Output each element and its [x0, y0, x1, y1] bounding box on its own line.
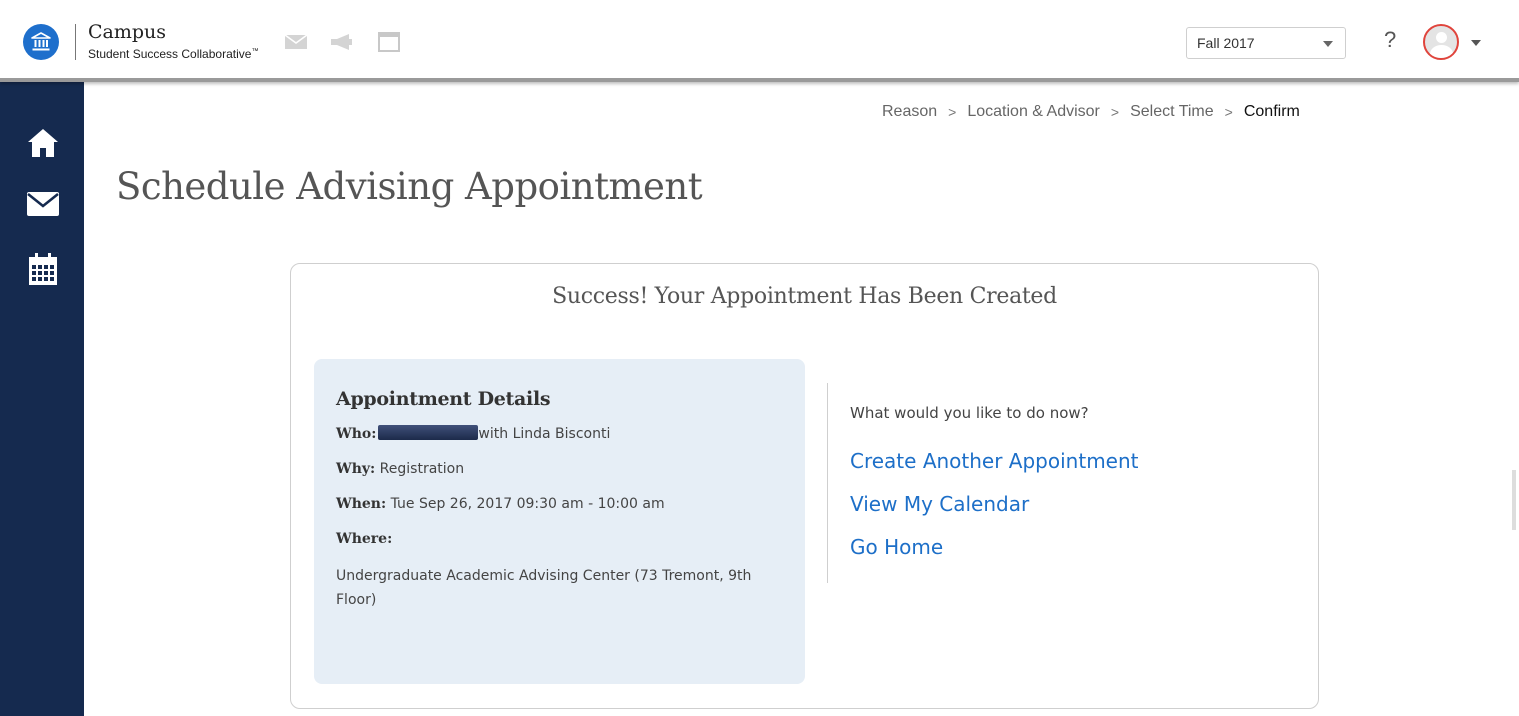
megaphone-icon[interactable] [329, 32, 353, 52]
success-card: Success! Your Appointment Has Been Creat… [290, 263, 1319, 709]
home-icon[interactable] [24, 124, 62, 162]
detail-when: When: Tue Sep 26, 2017 09:30 am - 10:00 … [336, 494, 783, 514]
chevron-down-icon[interactable] [1471, 40, 1481, 46]
brand-title: Campus [88, 21, 167, 43]
brand-subtitle-text: Student Success Collaborative [88, 47, 252, 61]
next-actions-prompt: What would you like to do now? [850, 404, 1089, 422]
term-select[interactable]: Fall 2017 [1186, 27, 1346, 59]
window-icon[interactable] [378, 32, 400, 52]
trademark-mark: ™ [251, 48, 259, 55]
success-title: Success! Your Appointment Has Been Creat… [552, 284, 1057, 309]
appointment-details-heading: Appointment Details [336, 388, 551, 410]
avatar-head [1436, 32, 1447, 43]
breadcrumb-step-location-advisor[interactable]: Location & Advisor [967, 103, 1100, 121]
page-title: Schedule Advising Appointment [116, 165, 703, 208]
where-label: Where: [336, 531, 393, 547]
breadcrumb-separator: > [948, 104, 957, 120]
why-label: Why: [336, 461, 376, 477]
breadcrumb-separator: > [1110, 104, 1120, 120]
top-header: Campus Student Success Collaborative™ Fa… [0, 0, 1519, 82]
who-label: Who: [336, 426, 377, 442]
breadcrumb-separator: > [1224, 104, 1233, 120]
term-select-value: Fall 2017 [1197, 35, 1255, 51]
detail-where: Where: [336, 529, 783, 549]
when-label: When: [336, 496, 387, 512]
create-another-appointment-link[interactable]: Create Another Appointment [850, 446, 1139, 476]
breadcrumb-step-reason[interactable]: Reason [882, 103, 937, 121]
avatar-body [1430, 45, 1453, 58]
envelope-icon[interactable] [24, 185, 62, 223]
where-value: Undergraduate Academic Advising Center (… [336, 568, 752, 608]
next-actions: What would you like to do now? Create An… [850, 404, 1139, 575]
help-icon[interactable]: ? [1384, 27, 1396, 53]
appointment-details-panel: Appointment Details Who: with Linda Bisco… [314, 359, 805, 684]
sidebar-nav [0, 82, 84, 716]
go-home-link[interactable]: Go Home [850, 532, 1139, 562]
when-value: Tue Sep 26, 2017 09:30 am - 10:00 am [390, 496, 665, 512]
scrollbar[interactable] [1512, 470, 1516, 530]
detail-why: Why: Registration [336, 459, 783, 479]
mail-icon[interactable] [284, 32, 308, 52]
avatar[interactable] [1423, 24, 1459, 60]
why-value: Registration [379, 461, 465, 477]
brand-subtitle: Student Success Collaborative™ [88, 47, 258, 61]
breadcrumb-step-confirm: Confirm [1243, 103, 1300, 120]
brand-divider [75, 24, 76, 60]
breadcrumb-step-select-time[interactable]: Select Time [1130, 103, 1214, 121]
institution-icon[interactable] [23, 24, 59, 60]
detail-who: Who: with Linda Bisconti [336, 424, 783, 444]
view-my-calendar-link[interactable]: View My Calendar [850, 489, 1139, 519]
calendar-icon[interactable] [24, 250, 62, 288]
vertical-divider [827, 383, 828, 583]
chevron-down-icon [1323, 41, 1333, 47]
who-value: with Linda Bisconti [478, 426, 611, 442]
breadcrumb: Reason > Location & Advisor > Select Tim… [882, 103, 1300, 121]
redacted-name [378, 425, 479, 440]
institution-glyph [31, 32, 51, 51]
